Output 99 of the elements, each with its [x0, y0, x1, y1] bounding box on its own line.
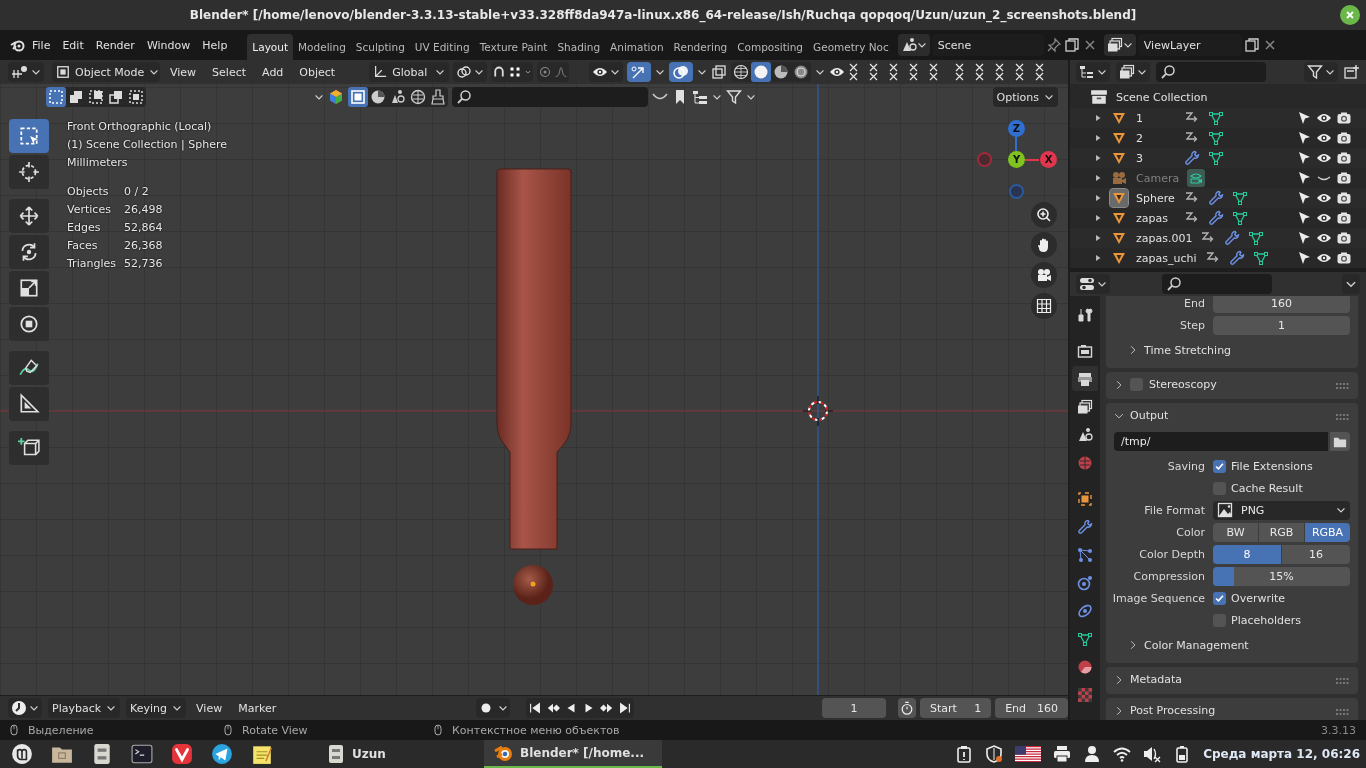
- outliner-item-name[interactable]: 2: [1136, 131, 1176, 145]
- stat-label: Vertices: [67, 202, 112, 218]
- number-field[interactable]: 160: [1213, 296, 1350, 313]
- stat-label: Edges: [67, 220, 102, 236]
- window-title: Blender* [/home/lenovo/blender-3.3.13-stable+v33.328ff8da947a-linux.x86_64-release/Ish/Ruchqa qopqoq/Uzun/uzun_2_screenshots.blend]: [189, 8, 1137, 22]
- file-format-dropdown[interactable]: PNG: [1213, 500, 1350, 520]
- panel-title[interactable]: Metadata: [1130, 673, 1183, 686]
- output-path-field[interactable]: /tmp/: [1114, 432, 1328, 451]
- option-button[interactable]: 16: [1282, 544, 1350, 564]
- current-frame-field[interactable]: 1: [822, 698, 886, 718]
- menu-dropdown[interactable]: Keying: [126, 698, 187, 718]
- stat-label: Faces: [67, 238, 99, 254]
- menu-item[interactable]: Add: [256, 65, 290, 79]
- field-label: End: [1005, 701, 1027, 715]
- menu-item[interactable]: View: [190, 701, 229, 715]
- workspace-tab[interactable]: Layout: [247, 34, 294, 60]
- workspace-tab[interactable]: UV Editing: [409, 34, 475, 60]
- menu-item[interactable]: Help: [196, 35, 234, 55]
- workspace-tab[interactable]: Shading: [552, 34, 606, 60]
- stat-label: Objects: [67, 184, 110, 200]
- option-button[interactable]: RGBA: [1305, 522, 1350, 542]
- menu-item[interactable]: Object: [293, 65, 342, 79]
- menu-item[interactable]: Edit: [56, 35, 90, 55]
- stat-value: 52,864: [124, 220, 164, 236]
- outliner-item-name[interactable]: 1: [1136, 111, 1176, 125]
- outliner-item-name[interactable]: 3: [1136, 151, 1176, 165]
- checkbox-label[interactable]: Placeholders: [1231, 613, 1301, 627]
- outliner-item-name[interactable]: zapas: [1136, 211, 1176, 225]
- taskbar-window-button[interactable]: Blender* [/home...: [484, 740, 662, 768]
- stat-value: 52,736: [124, 256, 164, 272]
- option-button[interactable]: BW: [1213, 522, 1258, 542]
- option-button[interactable]: 8: [1213, 544, 1281, 564]
- property-label: End: [1183, 296, 1206, 310]
- end-frame-field[interactable]: End 160: [995, 698, 1068, 718]
- workspace-tab[interactable]: Compositing: [732, 34, 809, 60]
- workspace-tab[interactable]: Geometry Noc: [808, 34, 894, 60]
- outliner-item-name[interactable]: Sphere: [1136, 191, 1176, 205]
- checkbox-label[interactable]: Cache Result: [1231, 481, 1303, 495]
- clock[interactable]: Среда марта 12, 06:26: [1203, 747, 1360, 761]
- menu-item[interactable]: Marker: [232, 701, 283, 715]
- panel-title[interactable]: Output: [1130, 409, 1169, 422]
- workspace-tab[interactable]: Texture Paint: [474, 34, 553, 60]
- viewport-info-text: (1) Scene Collection | Sphere: [67, 137, 227, 153]
- gizmo-axis-button[interactable]: X: [1040, 151, 1057, 168]
- start-frame-field[interactable]: Start 1: [919, 698, 992, 718]
- mode-dropdown[interactable]: Object Mode: [52, 62, 160, 82]
- slider-value: 15%: [1269, 569, 1294, 583]
- subpanel-title[interactable]: Time Stretching: [1144, 343, 1232, 357]
- field-value: 1: [974, 701, 982, 715]
- field-value: 160: [1037, 701, 1058, 715]
- stat-label: Triangles: [67, 256, 117, 272]
- menu-item[interactable]: Select: [206, 65, 253, 79]
- checkbox-label[interactable]: Overwrite: [1231, 591, 1286, 605]
- taskbar-window-button[interactable]: Uzun: [316, 740, 476, 768]
- workspace-tab[interactable]: Sculpting: [350, 34, 410, 60]
- menu-item[interactable]: Render: [89, 35, 141, 55]
- compression-slider[interactable]: 15%: [1213, 566, 1350, 586]
- workspace-tab[interactable]: Animation: [605, 34, 669, 60]
- property-label: Image Sequence: [1111, 591, 1206, 605]
- property-label: Color: [1175, 525, 1206, 539]
- field-label: Start: [929, 701, 957, 715]
- stat-value: 26,498: [124, 202, 164, 218]
- outliner-item-name[interactable]: zapas.001: [1136, 231, 1193, 245]
- property-label: File Format: [1143, 503, 1206, 517]
- property-label: Compression: [1132, 569, 1206, 583]
- menu-item[interactable]: View: [164, 65, 203, 79]
- status-hint: Rotate View: [242, 723, 308, 737]
- option-button[interactable]: RGB: [1259, 522, 1304, 542]
- outliner-item-name[interactable]: zapas_uchi: [1136, 251, 1197, 265]
- stat-value: 0 / 2: [124, 184, 150, 200]
- options-dropdown[interactable]: Options: [992, 87, 1058, 107]
- number-field[interactable]: 1: [1213, 315, 1350, 335]
- outliner-row[interactable]: zapas_uchi: [1070, 248, 1366, 268]
- checkbox-label[interactable]: File Extensions: [1231, 459, 1313, 473]
- menu-item[interactable]: File: [26, 35, 57, 55]
- stat-value: 26,368: [124, 238, 164, 254]
- menu-item[interactable]: Window: [140, 35, 197, 55]
- outliner-row[interactable]: 2: [1070, 128, 1366, 148]
- property-label: Saving: [1166, 459, 1206, 473]
- workspace-tab[interactable]: Modeling: [293, 34, 351, 60]
- menu-dropdown[interactable]: Playback: [48, 698, 121, 718]
- panel-title[interactable]: Stereoscopy: [1149, 378, 1217, 391]
- viewport-info-text: Front Orthographic (Local): [67, 119, 213, 135]
- gizmo-axis-button[interactable]: Y: [1008, 151, 1025, 168]
- orientation-dropdown[interactable]: Global: [369, 62, 450, 82]
- panel-title[interactable]: Post Processing: [1130, 704, 1216, 717]
- outliner-row[interactable]: zapas: [1070, 208, 1366, 228]
- status-hint: Выделение: [28, 723, 94, 737]
- viewport-info-text: Millimeters: [67, 155, 129, 171]
- subpanel-title[interactable]: Color Management: [1144, 638, 1249, 652]
- view-layer-field[interactable]: ViewLayer: [1137, 34, 1242, 56]
- version-label: 3.3.13: [1321, 723, 1356, 737]
- scene-field[interactable]: Scene: [931, 34, 1044, 56]
- status-hint: Контекстное меню объектов: [452, 723, 620, 737]
- outliner-item-name[interactable]: Scene Collection: [1116, 90, 1208, 104]
- property-label: Step: [1178, 318, 1206, 332]
- gizmo-axis-button[interactable]: Z: [1008, 120, 1025, 137]
- property-label: Color Depth: [1138, 547, 1206, 561]
- workspace-tab[interactable]: Rendering: [668, 34, 733, 60]
